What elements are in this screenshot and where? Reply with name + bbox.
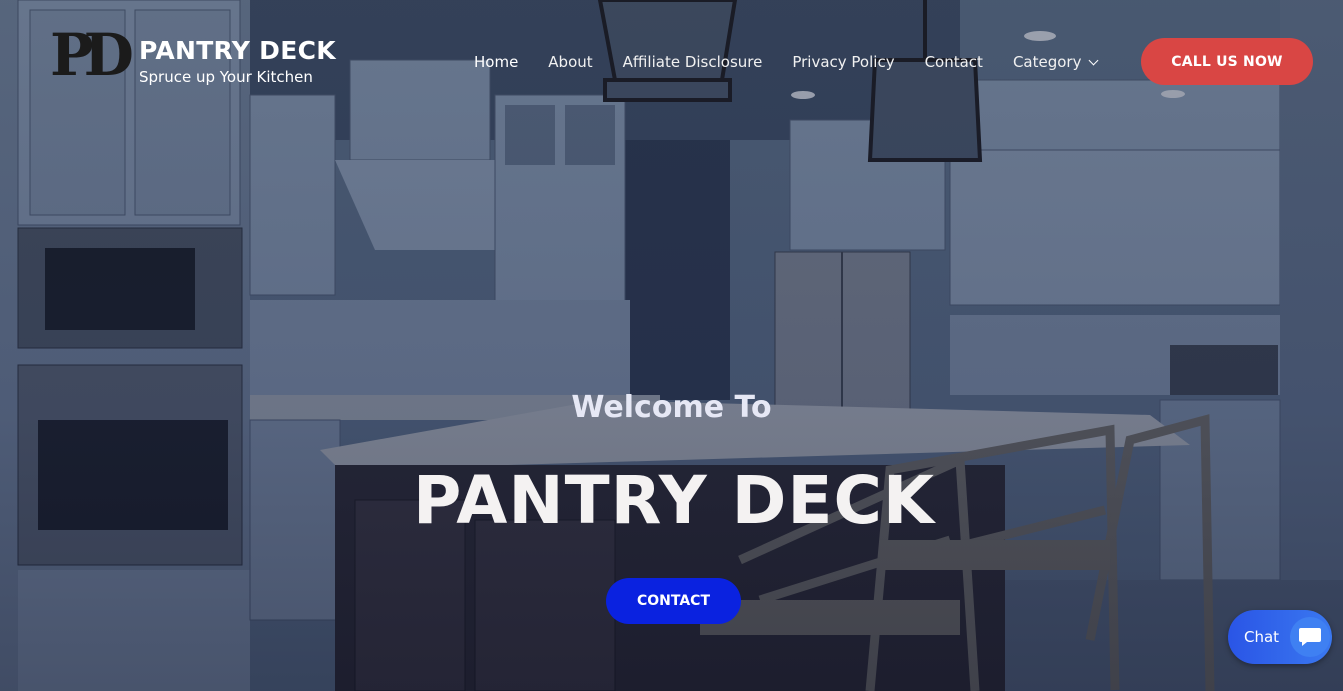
nav-item-contact[interactable]: Contact	[925, 53, 983, 71]
nav-item-affiliate-disclosure[interactable]: Affiliate Disclosure	[623, 53, 763, 71]
chat-label: Chat	[1244, 628, 1280, 646]
main-navigation: Home About Affiliate Disclosure Privacy …	[474, 51, 1127, 73]
nav-item-label: Home	[474, 53, 519, 71]
logo-letters: PD	[50, 21, 134, 89]
chat-widget-button[interactable]: Chat	[1228, 610, 1332, 664]
chevron-down-icon	[1089, 55, 1099, 65]
site-title[interactable]: PANTRY DECK	[139, 36, 336, 65]
hero-title: PANTRY DECK	[412, 462, 936, 539]
site-header: PD PANTRY DECK Spruce up Your Kitchen Ho…	[0, 0, 1343, 120]
nav-item-label: Contact	[924, 53, 983, 71]
site-tagline: Spruce up Your Kitchen	[139, 68, 313, 86]
hero-contact-button[interactable]: CONTACT	[606, 578, 741, 624]
nav-item-label: About	[548, 53, 593, 71]
call-us-now-button[interactable]: CALL US NOW	[1141, 38, 1313, 85]
nav-item-about[interactable]: About	[548, 53, 592, 71]
nav-item-label: Category	[1012, 53, 1082, 71]
site-logo[interactable]: PD	[46, 21, 134, 89]
nav-item-label: Affiliate Disclosure	[622, 53, 763, 71]
chat-bubble-icon	[1290, 617, 1330, 657]
hero-welcome-text: Welcome To	[571, 390, 772, 425]
nav-item-privacy-policy[interactable]: Privacy Policy	[792, 53, 894, 71]
nav-item-home[interactable]: Home	[474, 53, 518, 71]
nav-item-category[interactable]: Category	[1012, 53, 1099, 71]
nav-item-label: Privacy Policy	[792, 53, 895, 71]
